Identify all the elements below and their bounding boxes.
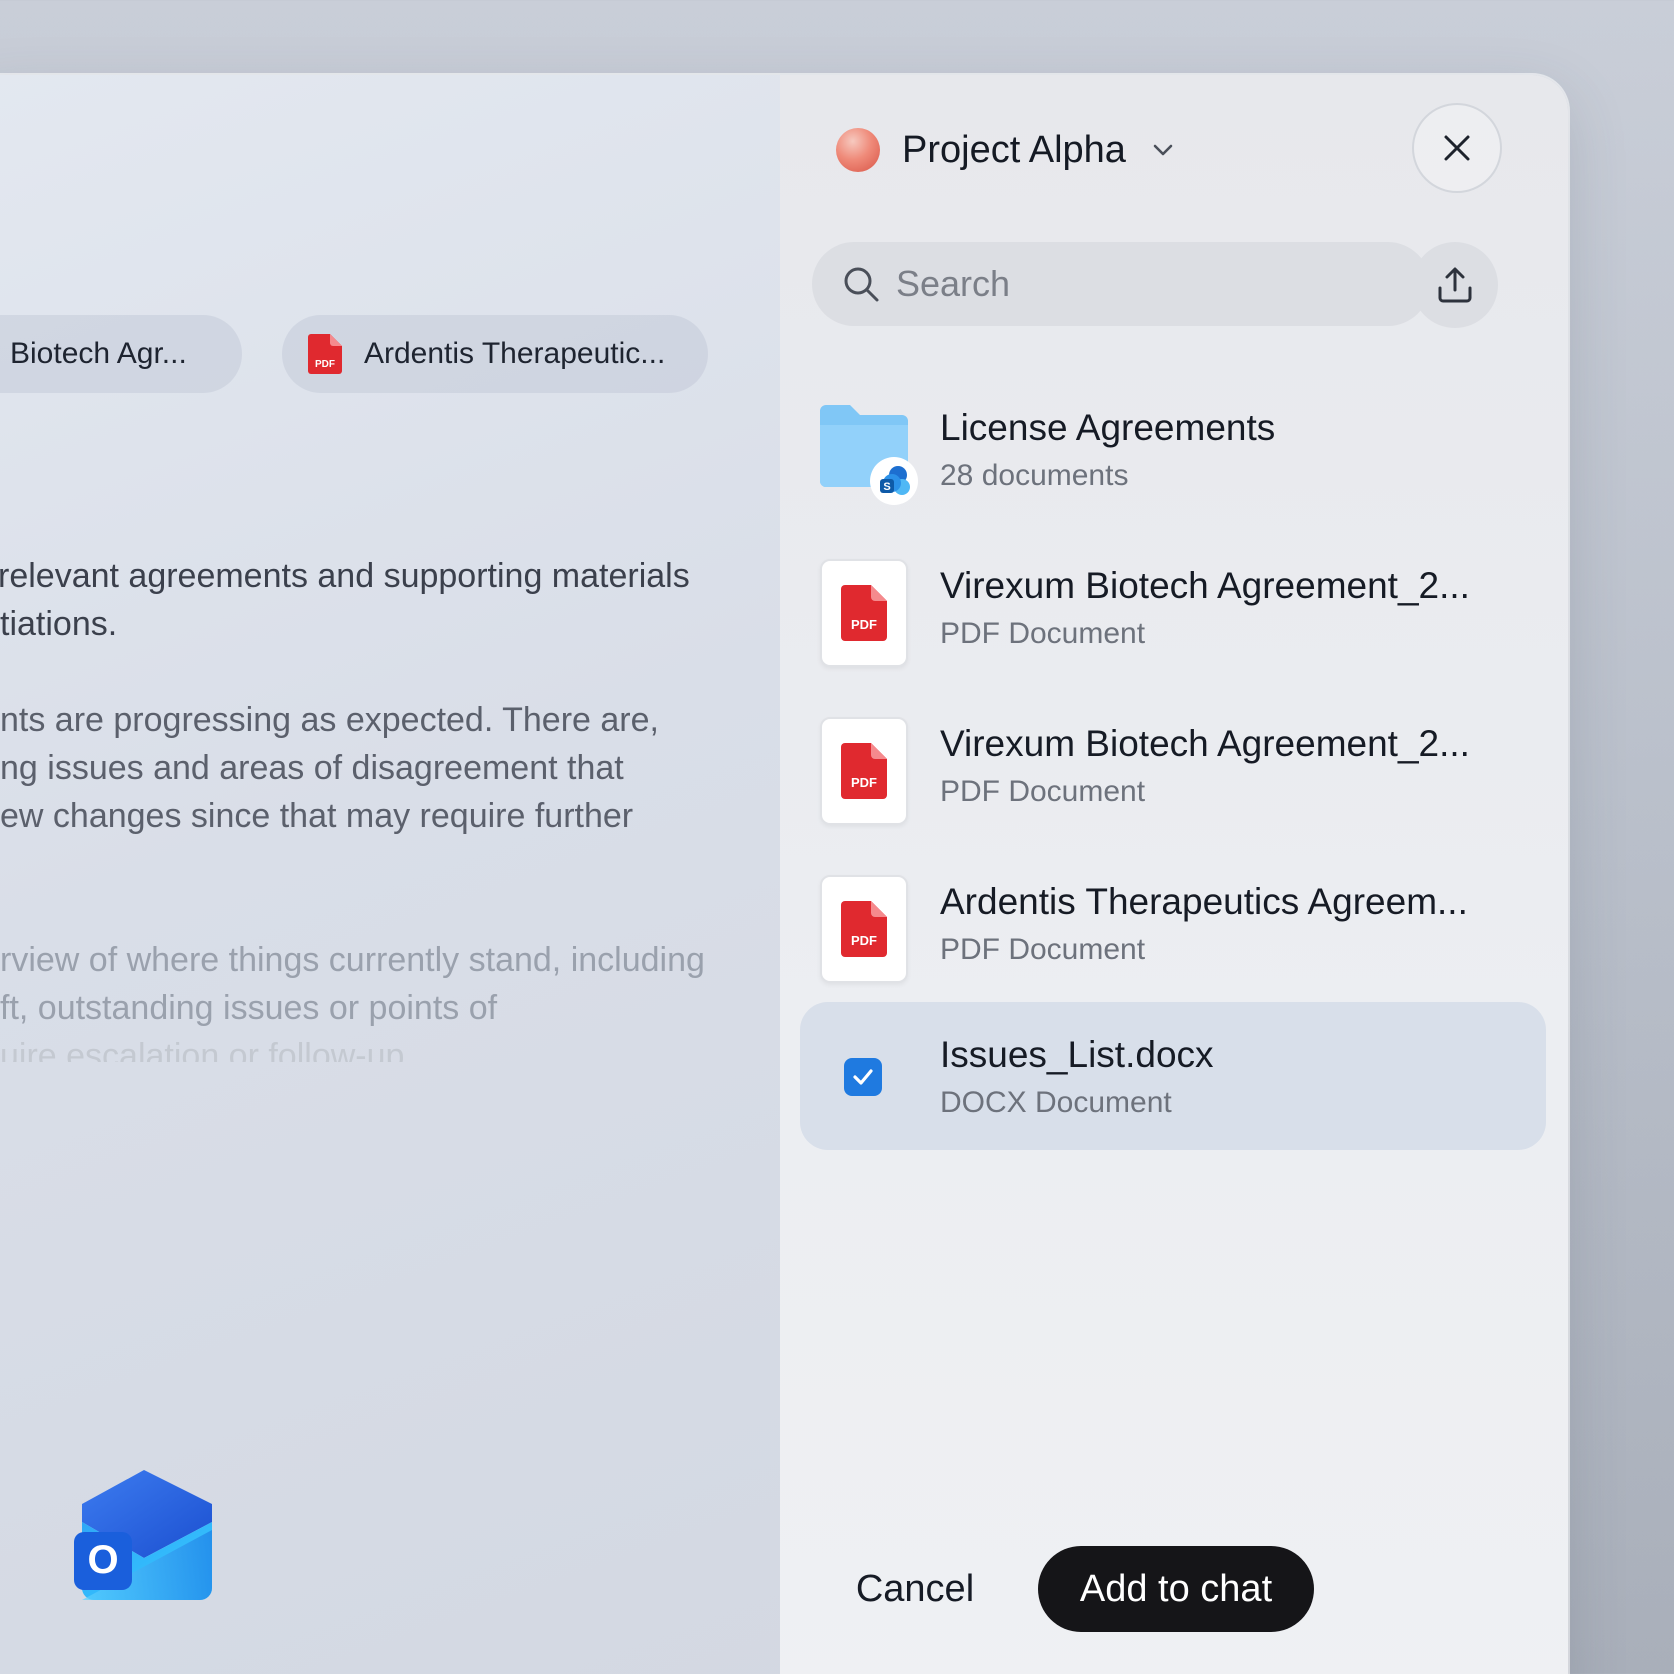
app-window: um Biotech Agr... PDF Ardentis Therapeut… — [0, 75, 1568, 1674]
list-item-docx-selected[interactable]: Issues_List.docx DOCX Document — [800, 1002, 1546, 1150]
add-to-chat-button[interactable]: Add to chat — [1038, 1546, 1314, 1632]
chat-paragraph-1: relevant agreements and supporting mater… — [0, 552, 780, 648]
search-input[interactable] — [896, 263, 1376, 305]
search-bar[interactable] — [812, 242, 1430, 326]
list-item-pdf[interactable]: PDF Virexum Biotech Agreement_2... PDF D… — [800, 691, 1546, 839]
project-selector[interactable]: Project Alpha — [836, 120, 1176, 180]
close-icon — [1444, 135, 1470, 161]
item-title: Virexum Biotech Agreement_2... — [940, 723, 1470, 764]
text-line: nts are progressing as expected. There a… — [0, 701, 659, 739]
attachment-chip-ardentis[interactable]: PDF Ardentis Therapeutic... — [282, 315, 708, 393]
item-title: Issues_List.docx — [940, 1034, 1214, 1075]
item-title: License Agreements — [940, 407, 1276, 448]
svg-text:S: S — [883, 481, 890, 493]
list-item-pdf[interactable]: PDF Virexum Biotech Agreement_2... PDF D… — [800, 533, 1546, 681]
svg-text:PDF: PDF — [315, 359, 335, 370]
chip-label: um Biotech Agr... — [0, 337, 187, 370]
svg-text:PDF: PDF — [851, 617, 877, 632]
project-title: Project Alpha — [902, 128, 1126, 171]
item-subtitle: PDF Document — [940, 775, 1146, 808]
close-button[interactable] — [1412, 103, 1502, 193]
chevron-down-icon — [1150, 137, 1176, 163]
item-subtitle: PDF Document — [940, 617, 1146, 650]
outlook-logo-icon: O — [74, 1470, 214, 1604]
list-item-pdf[interactable]: PDF Ardentis Therapeutics Agreem... PDF … — [800, 849, 1546, 997]
svg-text:PDF: PDF — [851, 775, 877, 790]
text-line: ew changes since that may require furthe… — [0, 797, 634, 835]
attachment-chip-virexum[interactable]: um Biotech Agr... — [0, 315, 242, 393]
svg-text:O: O — [87, 1538, 118, 1582]
upload-button[interactable] — [1412, 242, 1498, 328]
text-line: uire escalation or follow-up. — [0, 1037, 414, 1062]
item-subtitle: DOCX Document — [940, 1086, 1172, 1119]
list-item-folder[interactable]: S License Agreements 28 documents — [800, 375, 1546, 523]
text-line: tiations. — [0, 605, 118, 643]
chat-paragraph-3: rview of where things currently stand, i… — [0, 936, 780, 1062]
pdf-icon: PDF — [820, 875, 908, 983]
text-line: relevant agreements and supporting mater… — [0, 557, 690, 595]
item-subtitle: PDF Document — [940, 933, 1146, 966]
chat-pane: um Biotech Agr... PDF Ardentis Therapeut… — [0, 75, 780, 1674]
pdf-icon: PDF — [308, 334, 342, 374]
cancel-button[interactable]: Cancel — [840, 1546, 990, 1632]
text-line: ft, outstanding issues or points of — [0, 989, 498, 1027]
search-icon — [844, 267, 879, 302]
file-picker-panel: Project Alpha Search S License Agreement… — [780, 75, 1568, 1674]
project-color-dot — [836, 128, 880, 172]
sharepoint-folder-icon: S — [820, 401, 918, 509]
item-title: Virexum Biotech Agreement_2... — [940, 565, 1470, 606]
item-title: Ardentis Therapeutics Agreem... — [940, 881, 1468, 922]
pdf-icon: PDF — [820, 559, 908, 667]
text-line: rview of where things currently stand, i… — [0, 941, 705, 979]
upload-icon — [1438, 267, 1472, 303]
pdf-icon: PDF — [820, 717, 908, 825]
checkbox-checked-icon[interactable] — [844, 1058, 882, 1096]
item-subtitle: 28 documents — [940, 459, 1129, 492]
chat-paragraph-2: nts are progressing as expected. There a… — [0, 696, 780, 840]
svg-text:PDF: PDF — [851, 933, 877, 948]
chip-label: Ardentis Therapeutic... — [364, 337, 666, 370]
text-line: ng issues and areas of disagreement that — [0, 749, 624, 787]
